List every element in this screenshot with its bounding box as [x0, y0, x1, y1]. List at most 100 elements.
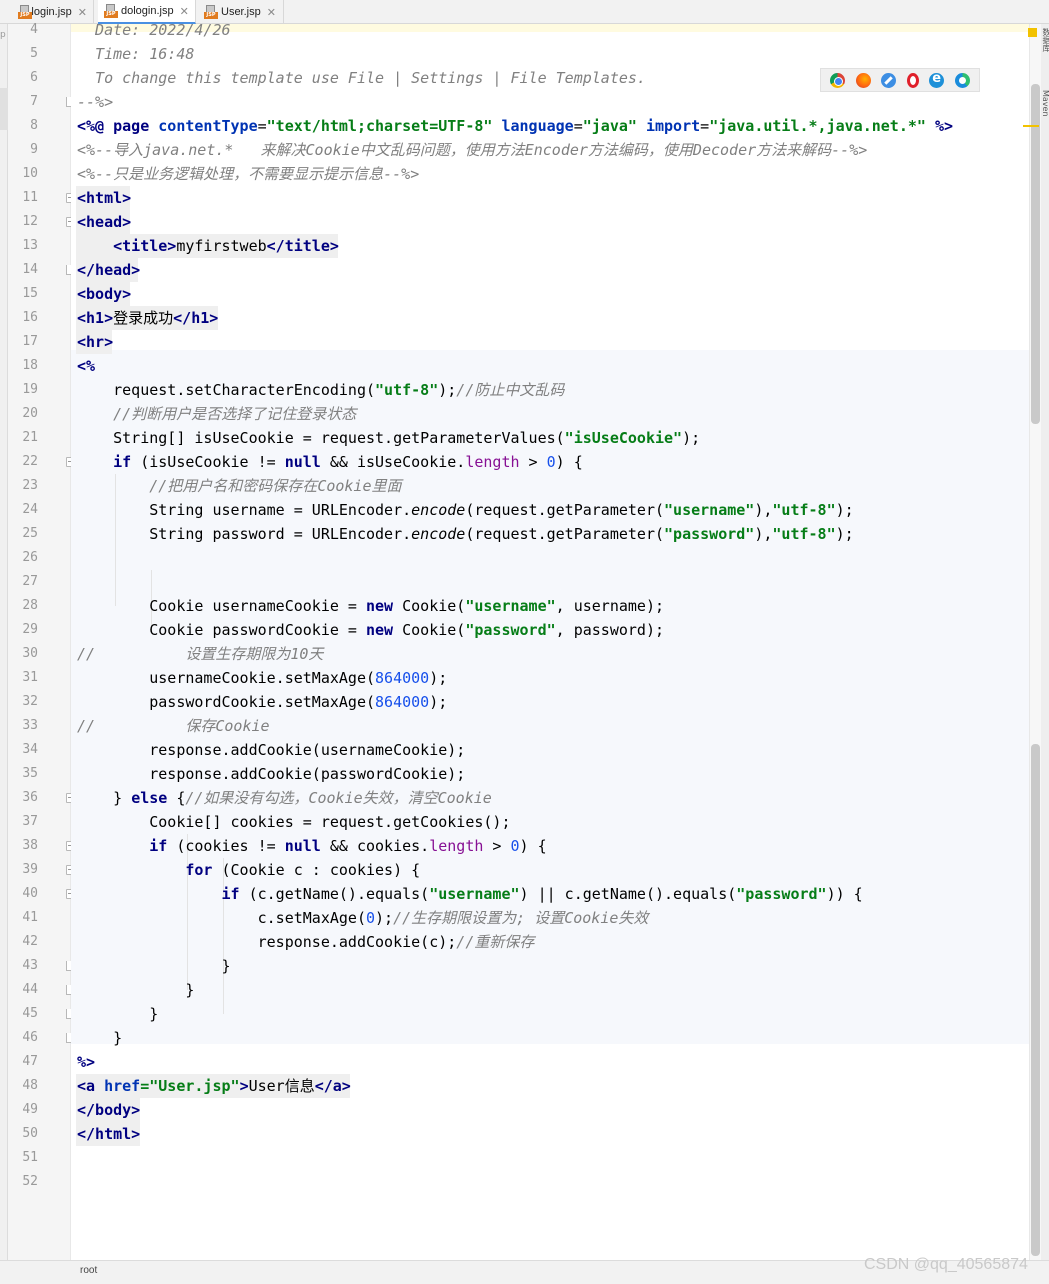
code-token: } — [77, 1005, 159, 1023]
close-icon[interactable]: ✕ — [180, 5, 189, 18]
editor-tab-bar: JSP login.jsp ✕ JSP dologin.jsp ✕ JSP Us… — [0, 0, 1049, 24]
opera-icon[interactable] — [906, 72, 919, 88]
safari-icon[interactable] — [881, 72, 897, 88]
tab-user-jsp[interactable]: JSP User.jsp ✕ — [198, 0, 284, 24]
code-line[interactable]: </html> — [77, 1122, 140, 1146]
code-token: ) || c.getName().equals( — [519, 885, 737, 903]
code-line[interactable]: //判断用户是否选择了记住登录状态 — [77, 402, 356, 426]
code-token: import — [645, 117, 701, 135]
code-token: "username" — [664, 501, 755, 519]
edge-icon[interactable] — [954, 72, 970, 88]
code-token: <% — [77, 357, 96, 375]
code-line[interactable]: usernameCookie.setMaxAge(864000); — [77, 666, 447, 690]
code-line[interactable]: response.addCookie(passwordCookie); — [77, 762, 465, 786]
chrome-icon[interactable] — [830, 72, 846, 88]
code-line[interactable]: response.addCookie(usernameCookie); — [77, 738, 465, 762]
code-token: //把用户名和密码保存在Cookie里面 — [149, 477, 402, 495]
database-tool-tab[interactable]: 数据库 — [1041, 28, 1049, 52]
code-line[interactable]: <a href="User.jsp">User信息</a> — [77, 1074, 351, 1098]
code-line[interactable]: <title>myfirstweb</title> — [77, 234, 339, 258]
code-line[interactable]: <html> — [77, 186, 131, 210]
code-line[interactable]: <h1>登录成功</h1> — [77, 306, 218, 330]
scrollbar-thumb-lower[interactable] — [1031, 744, 1040, 1256]
code-line[interactable]: </body> — [77, 1098, 140, 1122]
code-line[interactable]: passwordCookie.setMaxAge(864000); — [77, 690, 447, 714]
right-tool-strip: 数据库 Maven — [1041, 24, 1049, 1260]
scrollbar-thumb[interactable] — [1031, 84, 1040, 424]
code-token: </head> — [77, 261, 141, 279]
code-line[interactable]: } — [77, 1002, 158, 1026]
maven-tool-tab[interactable]: Maven — [1041, 90, 1049, 117]
line-number: 18 — [22, 358, 38, 373]
code-token: Cookie usernameCookie = — [77, 597, 366, 615]
line-number: 46 — [22, 1030, 38, 1045]
code-line[interactable]: } — [77, 978, 194, 1002]
code-token: && cookies. — [320, 837, 430, 855]
code-line[interactable]: <head> — [77, 210, 131, 234]
code-token: ); — [429, 693, 448, 711]
line-number: 5 — [30, 46, 38, 61]
code-line[interactable]: <hr> — [77, 330, 113, 354]
close-icon[interactable]: ✕ — [267, 6, 276, 19]
code-token: </a> — [314, 1077, 351, 1095]
code-token: ) { — [519, 837, 547, 855]
code-line[interactable]: <%--导入java.net.* 来解决Cookie中文乱码问题，使用方法Enc… — [77, 138, 867, 162]
code-line[interactable]: if (isUseCookie != null && isUseCookie.l… — [77, 450, 583, 474]
code-token: "password" — [736, 885, 827, 903]
code-line[interactable]: } — [77, 954, 230, 978]
code-line[interactable]: if (c.getName().equals("username") || c.… — [77, 882, 863, 906]
code-line[interactable]: --%> — [77, 90, 113, 114]
code-token: 0 — [510, 837, 520, 855]
code-line[interactable]: <body> — [77, 282, 131, 306]
code-line[interactable]: Cookie[] cookies = request.getCookies(); — [77, 810, 510, 834]
code-line[interactable]: To change this template use File | Setti… — [77, 66, 646, 90]
line-number: 39 — [22, 862, 38, 877]
code-token: </h1> — [173, 309, 219, 327]
code-line[interactable]: Time: 16:48 — [77, 42, 194, 66]
editor-scrollbar[interactable] — [1029, 24, 1041, 1260]
code-token: myfirstweb — [176, 237, 267, 255]
code-line[interactable]: String password = URLEncoder.encode(requ… — [77, 522, 853, 546]
code-line[interactable]: for (Cookie c : cookies) { — [77, 858, 420, 882]
tab-dologin-jsp[interactable]: JSP dologin.jsp ✕ — [98, 0, 196, 24]
code-token: && isUseCookie. — [320, 453, 466, 471]
close-icon[interactable]: ✕ — [78, 6, 87, 19]
internet-explorer-icon[interactable] — [929, 71, 945, 88]
code-line[interactable]: // 设置生存期限为10天 — [77, 642, 323, 666]
code-line[interactable]: </head> — [77, 258, 140, 282]
code-line[interactable]: <% — [77, 354, 95, 378]
line-number: 29 — [22, 622, 38, 637]
code-token: "utf-8" — [772, 501, 836, 519]
code-token: </title> — [266, 237, 339, 255]
code-line[interactable]: Cookie usernameCookie = new Cookie("user… — [77, 594, 664, 618]
code-line[interactable]: response.addCookie(c);//重新保存 — [77, 930, 535, 954]
firefox-icon[interactable] — [855, 72, 871, 88]
code-line[interactable]: } — [77, 1026, 122, 1050]
code-token: language — [501, 117, 574, 135]
code-line[interactable]: %> — [77, 1050, 95, 1074]
code-token: ); — [429, 669, 448, 687]
code-token: <%--只是业务逻辑处理，不需要显示提示信息--%> — [77, 165, 420, 183]
code-token: "java.util.*,java.net.*" — [709, 117, 926, 135]
code-line[interactable]: //把用户名和密码保存在Cookie里面 — [77, 474, 402, 498]
code-line[interactable]: // 保存Cookie — [77, 714, 270, 738]
code-line[interactable]: <%@ page contentType="text/html;charset=… — [77, 114, 953, 138]
code-line[interactable]: <%--只是业务逻辑处理，不需要显示提示信息--%> — [77, 162, 419, 186]
code-editor[interactable]: Date: 2022/4/26 Time: 16:48 To change th… — [71, 24, 1029, 1260]
code-token: null — [284, 453, 321, 471]
code-token: (c.getName().equals( — [239, 885, 430, 903]
line-number: 44 — [22, 982, 38, 997]
breadcrumb[interactable]: root — [80, 1265, 97, 1276]
code-line[interactable]: Date: 2022/4/26 — [77, 24, 230, 42]
code-line[interactable]: Cookie passwordCookie = new Cookie("pass… — [77, 618, 664, 642]
code-line[interactable]: if (cookies != null && cookies.length > … — [77, 834, 547, 858]
code-token: String password = URLEncoder. — [77, 525, 412, 543]
code-line[interactable]: String username = URLEncoder.encode(requ… — [77, 498, 853, 522]
code-line[interactable]: c.setMaxAge(0);//生存期限设置为; 设置Cookie失效 — [77, 906, 649, 930]
inspection-status-icon[interactable] — [1028, 28, 1037, 37]
code-line[interactable]: String[] isUseCookie = request.getParame… — [77, 426, 700, 450]
code-token: encode — [411, 501, 466, 519]
code-line[interactable]: } else {//如果没有勾选，Cookie失效，清空Cookie — [77, 786, 492, 810]
warning-stripe[interactable] — [1023, 125, 1039, 127]
code-line[interactable]: request.setCharacterEncoding("utf-8");//… — [77, 378, 564, 402]
